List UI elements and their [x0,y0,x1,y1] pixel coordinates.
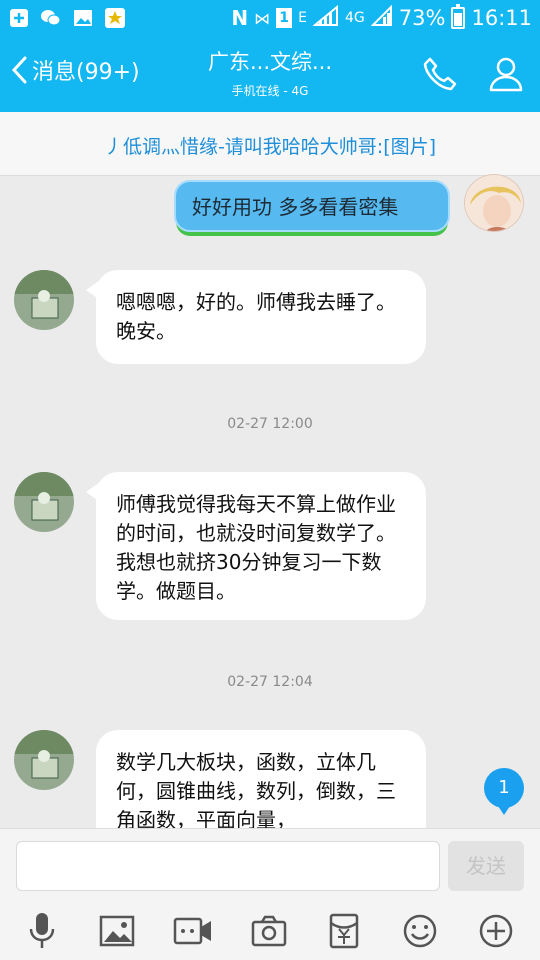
timestamp: 02-27 12:04 [227,674,313,690]
my-avatar[interactable] [464,174,524,232]
video-button[interactable] [171,909,215,953]
banner-text[interactable]: 丿低调灬惜缘-请叫我哈哈大帅哥:[图片] [0,132,540,159]
back-button[interactable]: 消息(99+) [10,54,140,86]
battery-percent: 73% [398,6,446,30]
battery-icon [451,4,466,29]
back-label: 消息(99+) [32,60,140,85]
emoji-button[interactable] [398,909,442,953]
more-button[interactable] [474,909,518,953]
nfc-icon: N [231,6,249,30]
clock: 16:11 [471,6,532,30]
contact-avatar[interactable] [14,730,74,790]
red-packet-icon [329,913,359,949]
online-status: 手机在线 - 4G [231,84,309,98]
input-bar: 发送 [0,828,540,960]
sim-icon: 1 [276,8,293,28]
chevron-left-icon [11,56,27,84]
send-button[interactable]: 发送 [448,841,524,891]
message-input[interactable] [16,841,440,891]
message-text: 师傅我觉得我每天不算上做作业的时间，也就没时间复数学了。我想也就挤30分钟复习一… [116,492,396,603]
contact-avatar[interactable] [14,472,74,532]
new-message-badge[interactable]: 1 [484,768,524,815]
toolbar [0,909,540,953]
smiley-icon [403,914,437,948]
message-bubble[interactable]: 师傅我觉得我每天不算上做作业的时间，也就没时间复数学了。我想也就挤30分钟复习一… [86,472,426,620]
message-text: 数学几大板块，函数，立体几何，圆锥曲线，数列，倒数，三角函数，平面向量， [116,750,396,828]
video-icon [173,917,211,945]
profile-button[interactable] [484,52,528,96]
mute-icon: ⋈ [254,8,271,28]
signal-icon-2 [370,4,393,32]
camera-icon [251,915,287,947]
message-bubble[interactable]: 数学几大板块，函数，立体几何，圆锥曲线，数列，倒数，三角函数，平面向量， [96,730,426,828]
contact-avatar[interactable] [14,270,74,330]
person-icon [489,57,523,92]
add-notification-icon [8,7,30,29]
image-icon [99,915,135,947]
my-message-bubble[interactable]: 好好用功 多多看看密集 [174,180,450,232]
message-bubble[interactable]: 嗯嗯嗯，好的。师傅我去睡了。晚安。 [86,270,426,364]
network-label: 4G [345,10,365,26]
timestamp: 02-27 12:00 [227,416,313,432]
signal-icon [312,4,339,32]
plus-circle-icon [479,914,513,948]
call-button[interactable] [418,52,462,96]
phone-icon [423,57,457,91]
title-bar: 消息(99+) 广东...文综... 手机在线 - 4G [0,36,540,112]
voice-button[interactable] [20,909,64,953]
signal-type-label: E [298,10,308,26]
star-app-icon [104,7,126,29]
gallery-icon [72,7,94,29]
microphone-icon [29,913,55,948]
image-button[interactable] [95,909,139,953]
camera-button[interactable] [247,909,291,953]
status-bar: N ⋈ 1 E 4G 73% 16:11 [0,0,540,36]
message-text: 好好用功 多多看看密集 [192,195,399,219]
wechat-icon [40,7,62,29]
red-packet-button[interactable] [322,909,366,953]
group-notice-banner[interactable]: 丿低调灬惜缘-请叫我哈哈大帅哥:[图片] [0,112,540,176]
message-text: 嗯嗯嗯，好的。师傅我去睡了。晚安。 [116,290,396,343]
chat-title[interactable]: 广东...文综... [180,48,360,76]
